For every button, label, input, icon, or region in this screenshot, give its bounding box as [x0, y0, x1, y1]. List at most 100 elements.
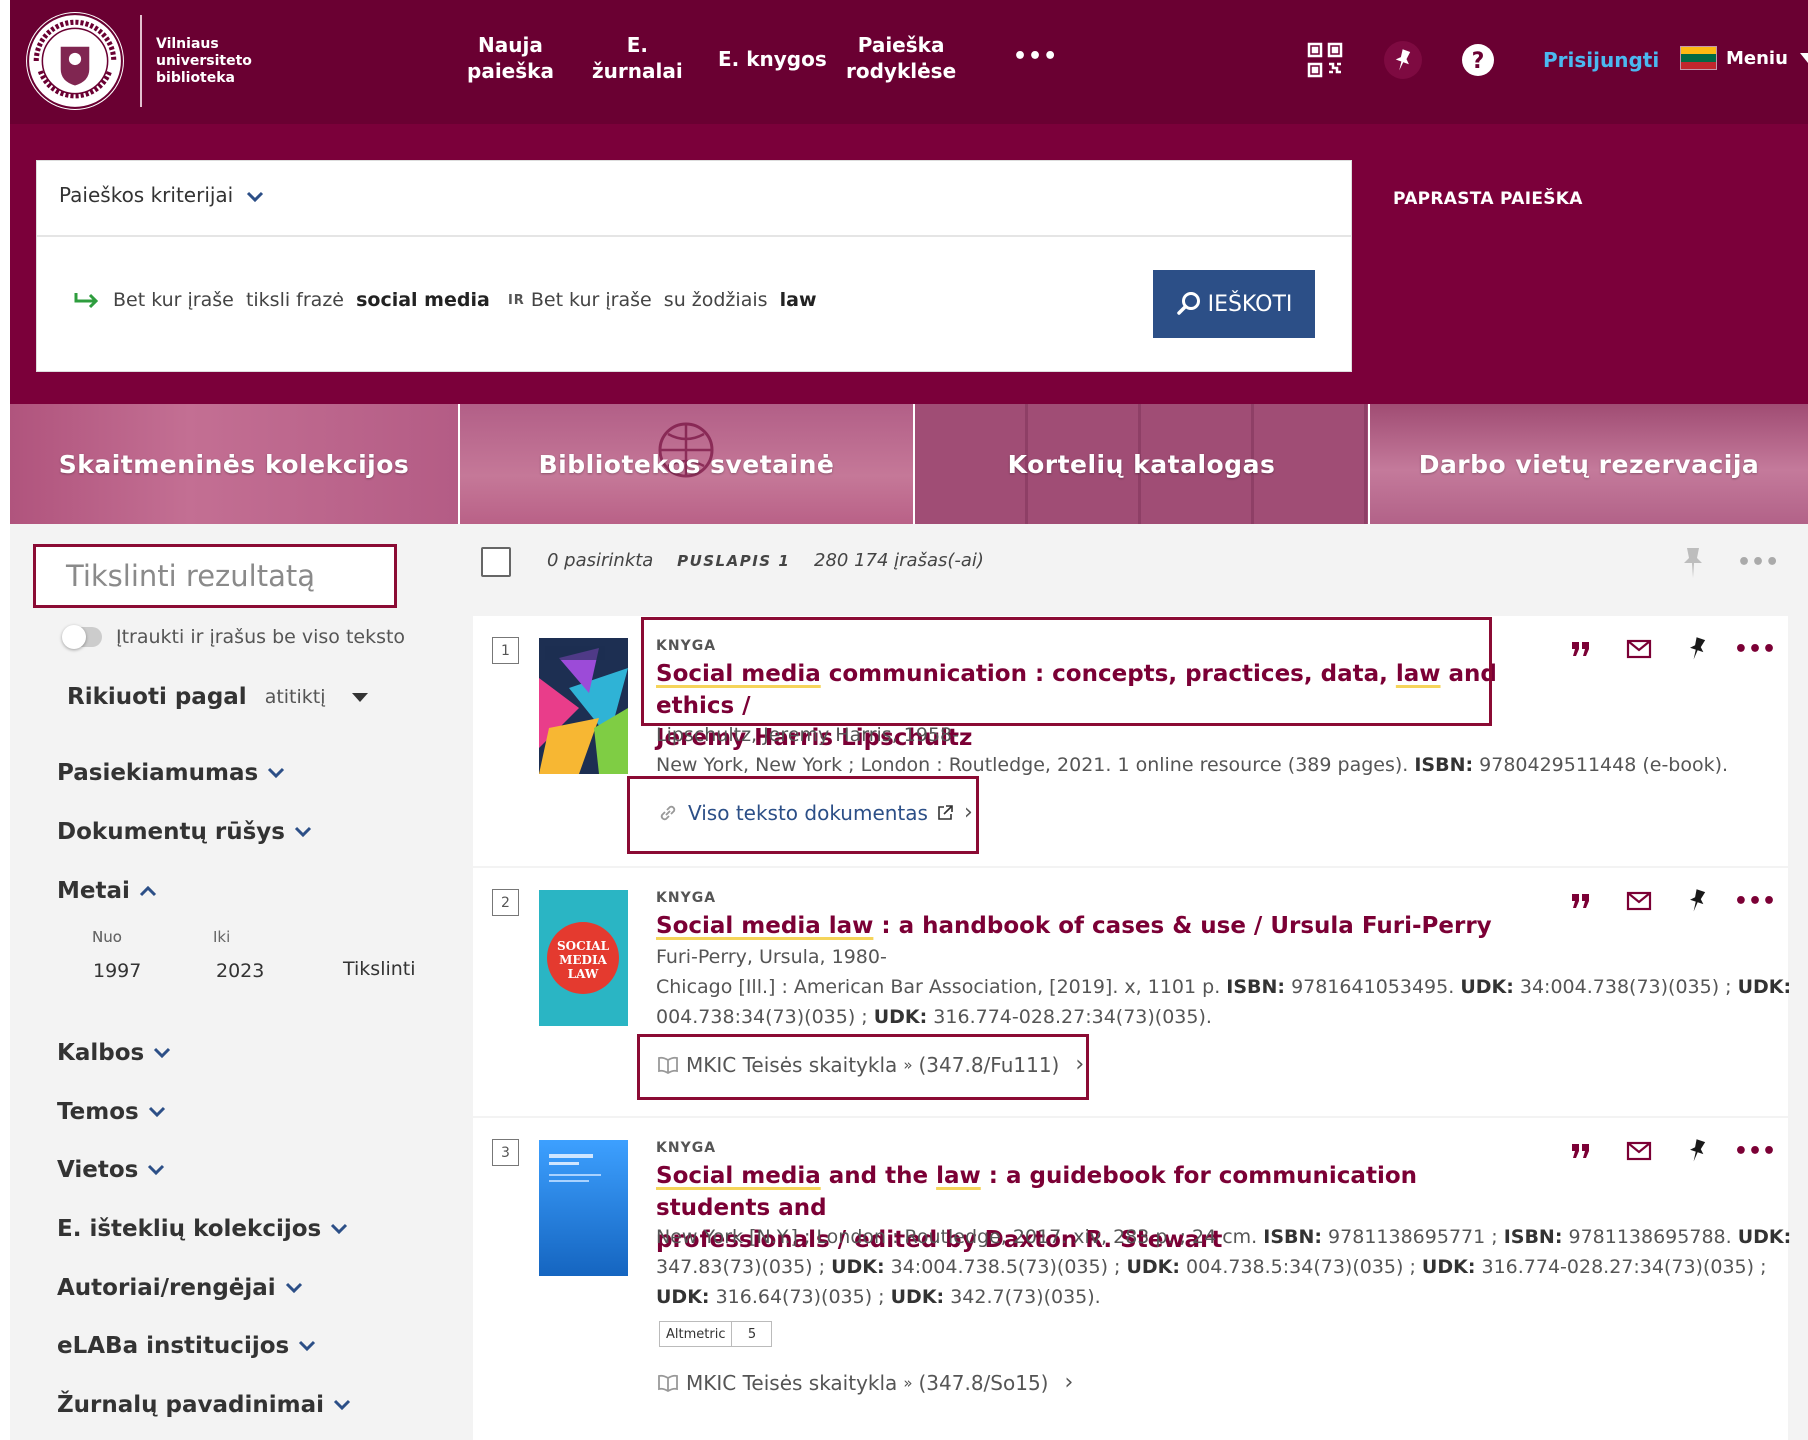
- result-card[interactable]: 3 KNYGA Social media and the law : a gui…: [473, 1118, 1791, 1440]
- mail-icon[interactable]: [1610, 891, 1668, 911]
- sort-value: atitiktį: [264, 686, 326, 708]
- logo-line: Vilniaus: [156, 35, 219, 52]
- result-card[interactable]: 2 SOCIAL MEDIA LAW KNYGA Social media la…: [473, 868, 1791, 1116]
- mail-icon[interactable]: [1610, 1141, 1668, 1161]
- year-from-label: Nuo: [92, 928, 122, 946]
- tile-library-website[interactable]: Bibliotekos svetainė: [460, 404, 913, 524]
- results-more-button[interactable]: •••: [1737, 550, 1779, 575]
- facet-topics[interactable]: Temos: [57, 1099, 166, 1125]
- altmetric-label: Altmetric: [659, 1321, 733, 1347]
- search-criteria-toggle[interactable]: Paieškos kriterijai: [59, 183, 264, 207]
- login-link[interactable]: Prisijungti: [1543, 48, 1659, 72]
- page-indicator: PUSLAPIS 1: [677, 552, 791, 570]
- facet-sidebar: Tikslinti rezultatą Įtraukti ir įrašus b…: [10, 524, 472, 1440]
- tile-workplace-reservation[interactable]: Darbo vietų rezervacija: [1370, 404, 1808, 524]
- meta-text: 9780429511448 (e-book).: [1473, 754, 1729, 776]
- facet-availability[interactable]: Pasiekiamumas: [57, 760, 285, 786]
- holdings-link[interactable]: MKIC Teisės skaitykla » (347.8/Fu111) ›: [658, 1052, 1084, 1077]
- nav-ebooks[interactable]: E. knygos: [718, 46, 827, 72]
- fulltext-link[interactable]: Viso teksto dokumentas ›: [658, 800, 973, 825]
- tile-card-catalog[interactable]: Kortelių katalogas: [915, 404, 1368, 524]
- year-to-input[interactable]: 2023: [216, 960, 264, 982]
- holdings-link[interactable]: MKIC Teisės skaitykla » (347.8/So15) ›: [658, 1370, 1073, 1395]
- toggle-switch[interactable]: [62, 625, 102, 649]
- quote-icon[interactable]: [1552, 1142, 1610, 1160]
- more-actions-icon[interactable]: •••: [1726, 889, 1784, 914]
- facet-label: Vietos: [57, 1157, 139, 1183]
- facet-label: E. išteklių kolekcijos: [57, 1216, 322, 1242]
- result-number[interactable]: 2: [492, 889, 519, 916]
- years-apply-button[interactable]: Tikslinti: [343, 958, 416, 980]
- select-all-checkbox[interactable]: [481, 547, 511, 577]
- tile-label: Bibliotekos svetainė: [538, 449, 835, 479]
- result-count: 280 174 įrašas(-ai): [814, 550, 984, 571]
- nav-line: žurnalai: [592, 59, 683, 83]
- pin-icon[interactable]: [1383, 40, 1423, 80]
- tile-digital-collections[interactable]: Skaitmeninės kolekcijos: [10, 404, 458, 524]
- chevron-right-icon: ›: [1064, 1370, 1074, 1395]
- quote-icon[interactable]: [1552, 892, 1610, 910]
- location-label: MKIC Teisės skaitykla: [686, 1370, 898, 1395]
- book-cover[interactable]: SOCIAL MEDIA LAW: [539, 890, 628, 1026]
- quote-icon[interactable]: [1552, 640, 1610, 658]
- qr-code-icon[interactable]: [1305, 40, 1345, 80]
- more-actions-icon[interactable]: •••: [1726, 637, 1784, 662]
- result-number[interactable]: 1: [492, 637, 519, 664]
- criteria-label: Paieškos kriterijai: [59, 183, 234, 207]
- facet-elaba-institutions[interactable]: eLABa institucijos: [57, 1333, 316, 1359]
- facet-document-types[interactable]: Dokumentų rūšys: [57, 819, 312, 845]
- flag-lt-icon: [1680, 46, 1717, 70]
- sort-select[interactable]: Rikiuoti pagal atitiktį: [67, 684, 368, 710]
- title-highlight: law: [936, 1163, 981, 1189]
- pin-icon[interactable]: [1668, 888, 1726, 914]
- result-card[interactable]: 1 KNYGA Social media communication : con…: [473, 616, 1788, 866]
- search-icon: [1176, 292, 1200, 315]
- book-cover[interactable]: [539, 638, 628, 774]
- meta-text: New York, New York ; London : Routledge,…: [656, 754, 1415, 776]
- fulltext-toggle-row[interactable]: Įtraukti ir įrašus be viso teksto: [62, 625, 405, 649]
- facet-locations[interactable]: Vietos: [57, 1157, 165, 1183]
- nav-more-button[interactable]: •••: [1013, 44, 1058, 69]
- result-title[interactable]: Social media law : a handbook of cases &…: [656, 910, 1516, 942]
- facet-years[interactable]: Metai: [57, 878, 157, 904]
- nav-new-search[interactable]: Nauja paieška: [467, 32, 554, 84]
- tile-label: Kortelių katalogas: [1007, 449, 1276, 479]
- help-icon[interactable]: ?: [1458, 40, 1498, 80]
- year-from-input[interactable]: 1997: [93, 960, 141, 982]
- external-link-icon: [938, 804, 953, 820]
- pin-icon[interactable]: [1668, 636, 1726, 662]
- result-number[interactable]: 3: [492, 1139, 519, 1166]
- facet-authors[interactable]: Autoriai/rengėjai: [57, 1275, 303, 1301]
- library-logo[interactable]: Vilniaus universiteto biblioteka: [24, 10, 252, 112]
- facet-journal-titles[interactable]: Žurnalų pavadinimai: [57, 1392, 351, 1418]
- mail-icon[interactable]: [1610, 639, 1668, 659]
- title-highlight: Social media: [656, 661, 821, 687]
- facet-eresource-collections[interactable]: E. išteklių kolekcijos: [57, 1216, 348, 1242]
- book-cover[interactable]: [539, 1140, 628, 1276]
- result-author: Lipschultz, Jeremy Harris, 1958-: [656, 724, 959, 746]
- result-publication: New York, New York ; London : Routledge,…: [656, 750, 1728, 780]
- search-button[interactable]: IEŠKOTI: [1153, 270, 1315, 338]
- meta-text: Chicago [Ill.] : American Bar Associatio…: [656, 976, 1227, 998]
- refine-results-input[interactable]: Tikslinti rezultatą: [33, 544, 397, 608]
- altmetric-badge[interactable]: Altmetric 5: [659, 1321, 773, 1347]
- language-menu[interactable]: Meniu: [1680, 46, 1808, 70]
- sort-label: Rikiuoti pagal: [67, 684, 247, 710]
- pin-icon[interactable]: [1678, 546, 1708, 580]
- nav-index-search[interactable]: Paieška rodyklėse: [846, 32, 956, 84]
- query-summary[interactable]: Bet kur įraše tiksli frazė social media …: [73, 289, 817, 311]
- arrow-right-icon: [74, 293, 99, 309]
- query-scope: Bet kur įraše: [530, 289, 652, 311]
- location-label: MKIC Teisės skaitykla: [686, 1052, 898, 1077]
- nav-ejournals[interactable]: E. žurnalai: [592, 32, 683, 84]
- query-operator: IR: [507, 292, 525, 308]
- meta-text: 316.774-028.27:34(73)(035) ;: [1475, 1256, 1767, 1278]
- meta-key: UDK:: [1737, 976, 1792, 998]
- more-actions-icon[interactable]: •••: [1726, 1139, 1784, 1164]
- pin-icon[interactable]: [1668, 1138, 1726, 1164]
- meta-key: UDK:: [656, 1286, 710, 1308]
- simple-search-link[interactable]: PAPRASTA PAIEŠKA: [1393, 189, 1583, 209]
- facet-languages[interactable]: Kalbos: [57, 1040, 171, 1066]
- meta-text: New York [N.Y.] ; London : Routledge, 20…: [656, 1226, 1264, 1248]
- book-icon: [658, 1374, 678, 1392]
